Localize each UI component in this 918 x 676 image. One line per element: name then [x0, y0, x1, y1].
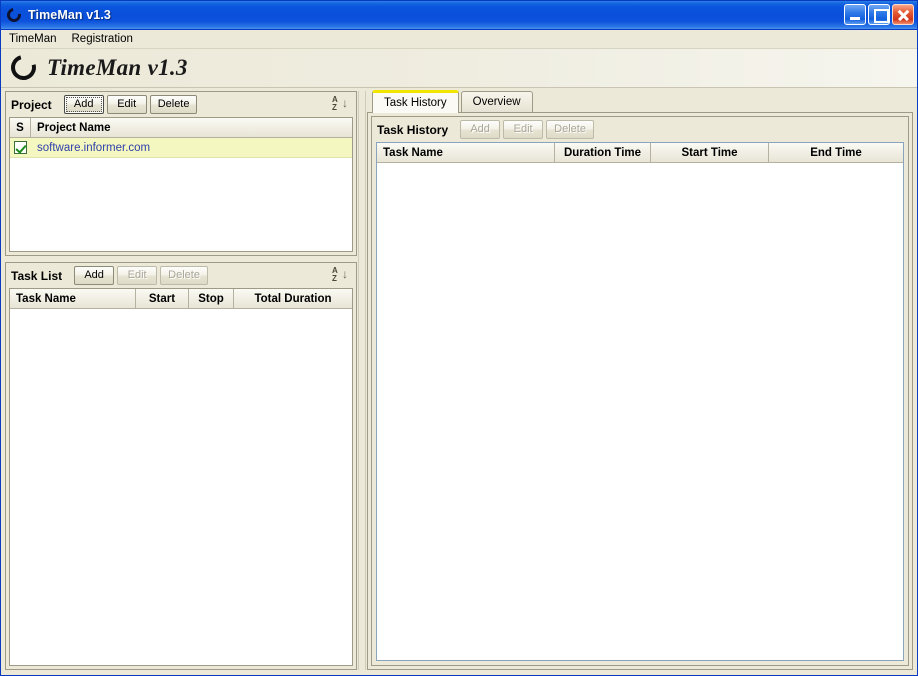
- project-column-s[interactable]: S: [10, 118, 31, 137]
- task-list-column-start[interactable]: Start: [136, 289, 189, 308]
- task-list-grid: Task Name Start Stop Total Duration: [9, 288, 353, 666]
- task-list-edit-button: Edit: [117, 266, 158, 285]
- left-column: Project Add Edit Delete A Z ↓ S Project Na…: [5, 91, 357, 670]
- task-history-grid-body[interactable]: [377, 163, 903, 660]
- project-panel-title: Project: [11, 97, 52, 112]
- project-edit-button[interactable]: Edit: [106, 95, 147, 114]
- task-list-column-task-name[interactable]: Task Name: [10, 289, 136, 308]
- task-list-grid-body[interactable]: [10, 309, 352, 665]
- tab-task-history[interactable]: Task History: [372, 90, 459, 113]
- table-row[interactable]: software.informer.com: [10, 138, 352, 158]
- task-list-delete-button: Delete: [160, 266, 208, 285]
- ring-logo-icon: [6, 50, 41, 85]
- tab-overview[interactable]: Overview: [460, 91, 533, 112]
- project-column-name[interactable]: Project Name: [31, 118, 352, 137]
- task-history-column-duration-time[interactable]: Duration Time: [555, 143, 651, 162]
- project-panel-buttons: Add Edit Delete: [63, 95, 198, 114]
- title-bar: TimeMan v1.3: [1, 1, 917, 30]
- application-window: TimeMan v1.3 TimeMan Registration TimeMa…: [0, 0, 918, 676]
- task-list-panel-title: Task List: [11, 268, 63, 283]
- checkbox-checked-icon[interactable]: [14, 141, 27, 154]
- task-list-panel-buttons: Add Edit Delete: [74, 266, 208, 285]
- task-history-column-task-name[interactable]: Task Name: [377, 143, 555, 162]
- task-history-column-end-time[interactable]: End Time: [769, 143, 903, 162]
- tab-strip: Task History Overview: [367, 90, 913, 113]
- project-grid-header: S Project Name: [10, 118, 352, 138]
- task-history-delete-button: Delete: [546, 120, 594, 139]
- menu-bar: TimeMan Registration: [1, 30, 917, 49]
- task-list-sort-az-icon[interactable]: A Z ↓: [332, 267, 349, 284]
- task-history-grid: Task Name Duration Time Start Time End T…: [376, 142, 904, 661]
- ring-icon: [4, 4, 24, 25]
- task-list-grid-header: Task Name Start Stop Total Duration: [10, 289, 352, 309]
- task-history-panel-header: Task History Add Edit Delete: [372, 117, 908, 142]
- main-content: Project Add Edit Delete A Z ↓ S Project Na…: [1, 88, 917, 675]
- window-controls: [844, 4, 914, 25]
- project-delete-button[interactable]: Delete: [149, 95, 198, 114]
- task-history-panel-buttons: Add Edit Delete: [460, 120, 594, 139]
- panel-splitter[interactable]: [358, 91, 366, 670]
- project-panel: Project Add Edit Delete A Z ↓ S Project Na…: [5, 91, 357, 256]
- menu-item-registration[interactable]: Registration: [70, 32, 140, 47]
- branding-banner: TimeMan v1.3: [1, 49, 917, 88]
- task-history-edit-button: Edit: [503, 120, 544, 139]
- maximize-button[interactable]: [868, 4, 890, 25]
- project-panel-header: Project Add Edit Delete A Z ↓: [6, 92, 356, 117]
- project-grid-body[interactable]: software.informer.com: [10, 138, 352, 251]
- minimize-button[interactable]: [844, 4, 866, 25]
- project-grid: S Project Name software.informer.com: [9, 117, 353, 252]
- project-row-checkbox-cell[interactable]: [10, 141, 31, 154]
- task-history-panel-title: Task History: [377, 122, 449, 137]
- brand-title: TimeMan v1.3: [47, 55, 188, 80]
- task-list-panel: Task List Add Edit Delete A Z ↓ Task Name …: [5, 262, 357, 670]
- task-list-column-total-duration[interactable]: Total Duration: [234, 289, 352, 308]
- task-list-column-stop[interactable]: Stop: [189, 289, 234, 308]
- project-sort-az-icon[interactable]: A Z ↓: [332, 96, 349, 113]
- tab-panel-task-history: Task History Add Edit Delete Task Name D…: [367, 112, 913, 670]
- task-list-add-button[interactable]: Add: [74, 266, 115, 285]
- window-title: TimeMan v1.3: [28, 8, 111, 22]
- task-history-column-start-time[interactable]: Start Time: [651, 143, 769, 162]
- menu-item-timeman[interactable]: TimeMan: [7, 32, 64, 47]
- task-history-panel: Task History Add Edit Delete Task Name D…: [371, 116, 909, 666]
- task-history-add-button: Add: [460, 120, 501, 139]
- task-history-grid-header: Task Name Duration Time Start Time End T…: [377, 143, 903, 163]
- right-column: Task History Overview Task History Add E…: [367, 90, 913, 670]
- task-list-panel-header: Task List Add Edit Delete A Z ↓: [6, 263, 356, 288]
- close-button[interactable]: [892, 4, 914, 25]
- project-add-button[interactable]: Add: [63, 95, 104, 114]
- project-row-name[interactable]: software.informer.com: [31, 142, 352, 154]
